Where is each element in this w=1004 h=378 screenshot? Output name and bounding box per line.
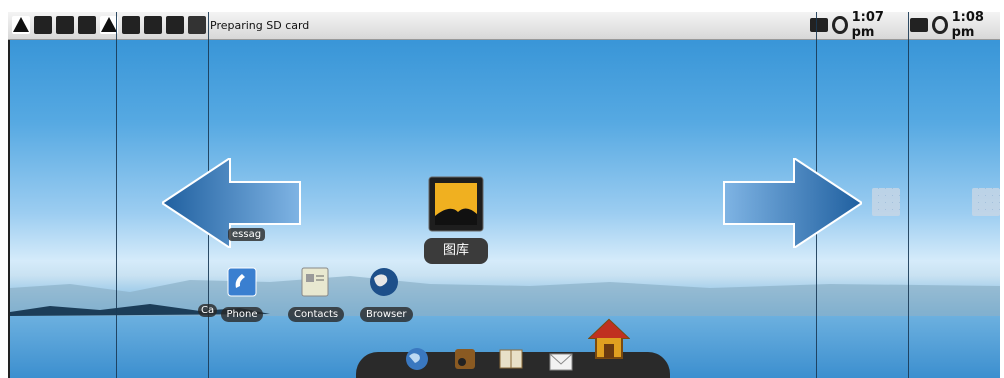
globe-icon (370, 268, 398, 296)
book-icon[interactable] (498, 346, 524, 372)
landscape-decoration (10, 276, 1000, 316)
panel-divider (116, 12, 117, 378)
call-log-label: Ca (198, 304, 218, 317)
status-bar: Preparing SD card 1:07 pm 1:08 pm (8, 10, 1000, 40)
warning-icon (12, 16, 30, 34)
panel-divider (908, 12, 909, 378)
message-icon (34, 16, 52, 34)
music-icon[interactable] (452, 346, 478, 372)
message-icon (122, 16, 140, 34)
mail-icon (144, 16, 162, 34)
battery-icon (810, 18, 828, 32)
mail-icon (56, 16, 74, 34)
usb-icon (166, 16, 184, 34)
status-indicators-right: 1:07 pm 1:08 pm (810, 10, 1000, 40)
home-icon[interactable] (588, 318, 630, 360)
sd-card-icon (188, 16, 206, 34)
status-notification-text: Preparing SD card (210, 18, 310, 32)
messaging-label: essag (228, 228, 266, 241)
globe-icon[interactable] (404, 346, 430, 372)
browser-shortcut[interactable]: Browser (360, 266, 413, 322)
phone-icon (227, 267, 257, 297)
browser-label: Browser (360, 307, 413, 322)
notification-icons-left: Preparing SD card (12, 16, 309, 34)
email-icon[interactable] (548, 346, 574, 372)
screen: Preparing SD card 1:07 pm 1:08 pm 图库 ess… (0, 0, 1004, 378)
app-drawer-icon[interactable] (872, 188, 900, 216)
alarm-icon (931, 16, 948, 34)
alarm-icon (831, 16, 848, 34)
contacts-shortcut[interactable]: Contacts (288, 266, 345, 322)
phone-label: Phone (220, 307, 264, 322)
battery-icon (910, 18, 928, 32)
clock-time: 1:08 pm (951, 10, 984, 40)
usb-icon (78, 16, 96, 34)
right-arrow-icon[interactable] (722, 158, 862, 248)
gallery-icon (428, 176, 484, 232)
clock-time: 1:07 pm (851, 10, 884, 40)
contacts-label: Contacts (288, 307, 345, 322)
app-drawer-icon[interactable] (972, 188, 1000, 216)
gallery-label: 图库 (424, 238, 488, 264)
gallery-shortcut[interactable] (428, 176, 484, 232)
contacts-icon (301, 267, 329, 297)
phone-shortcut[interactable]: Phone (220, 266, 264, 322)
